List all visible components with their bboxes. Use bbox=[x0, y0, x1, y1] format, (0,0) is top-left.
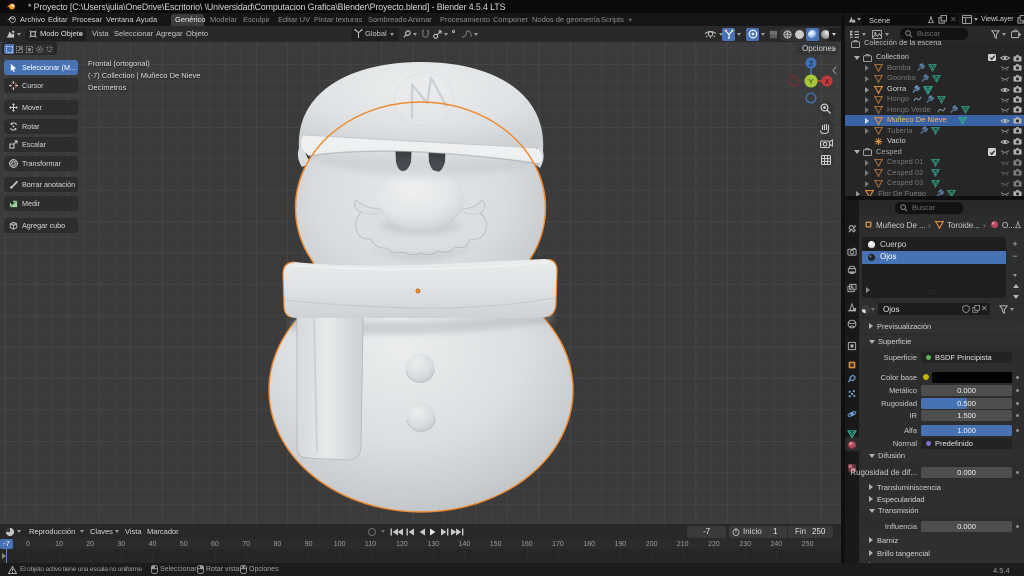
svg-text:X: X bbox=[825, 79, 830, 86]
svg-text:Z: Z bbox=[809, 61, 814, 68]
svg-text:Y: Y bbox=[808, 77, 813, 86]
